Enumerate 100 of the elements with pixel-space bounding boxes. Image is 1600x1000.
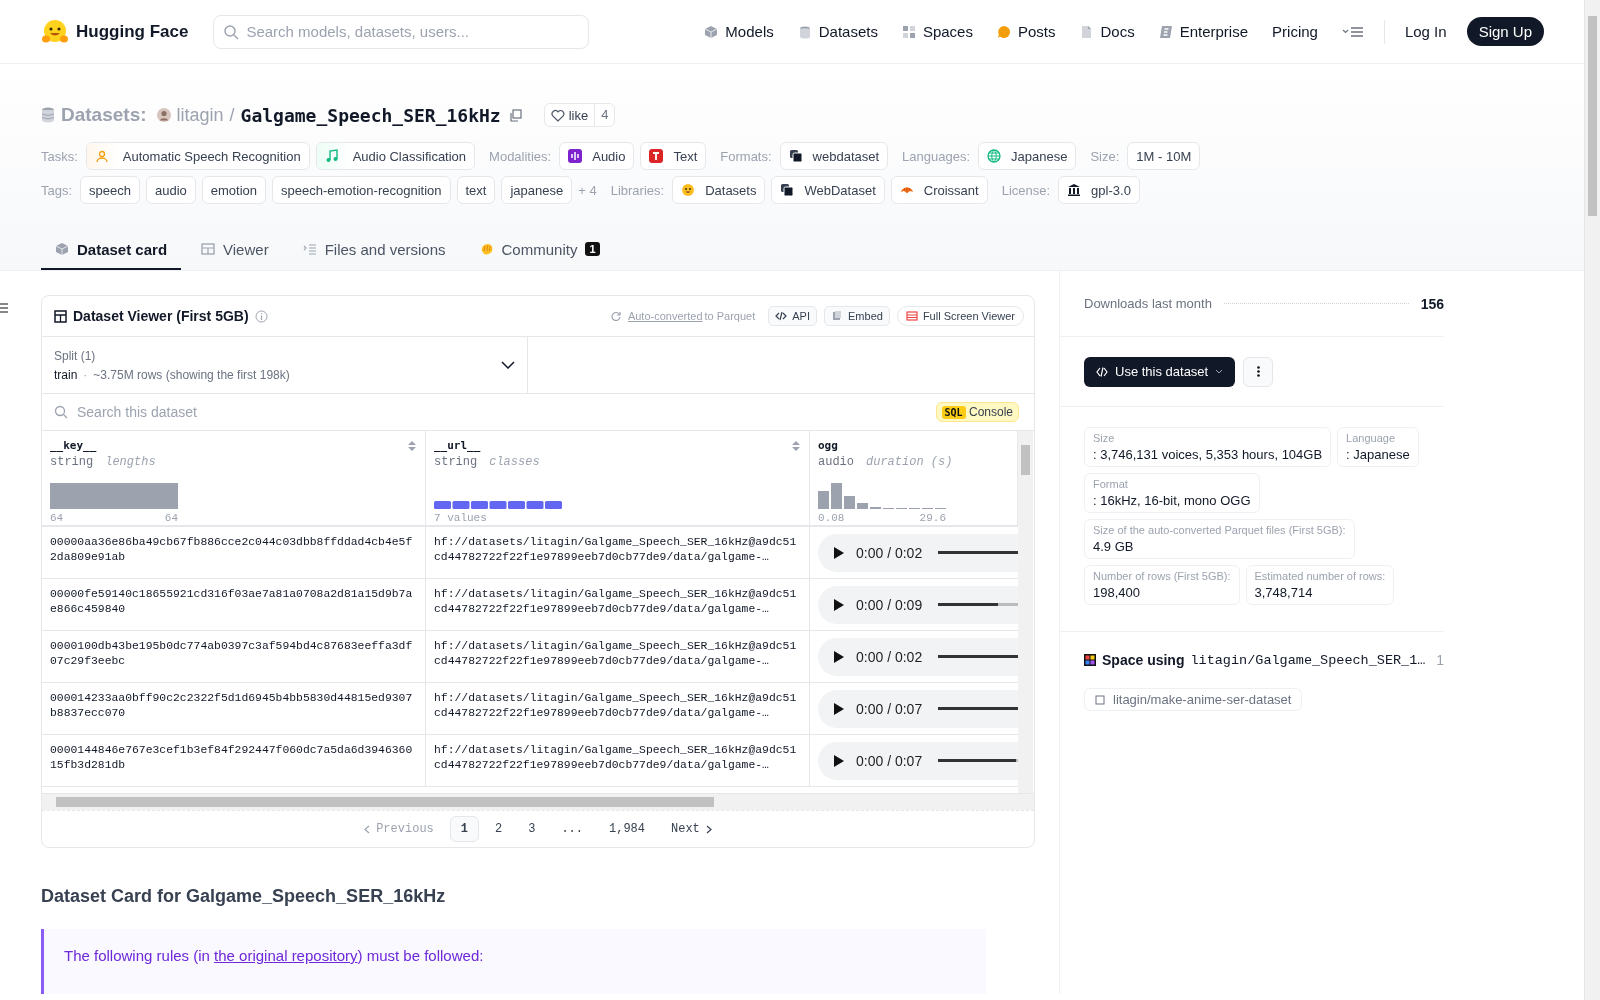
column-name[interactable]: ogg [818,439,838,452]
tag-chip[interactable]: emotion [201,176,267,204]
nav-link[interactable]: Pricing [1272,23,1318,40]
viewer-button[interactable]: API [768,306,817,326]
viewer-button[interactable]: Embed [824,306,890,326]
tag-chip[interactable]: speech [80,176,140,204]
tag-chip[interactable]: speech-emotion-recognition [272,176,451,204]
cube-icon [55,242,69,256]
info-value: 3,748,714 [1254,585,1314,600]
axis-max-label: 64 [164,512,178,524]
page-link[interactable]: ... [551,817,593,841]
dataset-search-field[interactable]: Search this dataset [54,403,936,421]
tag-chip[interactable]: audio [146,176,196,204]
use-dataset-button[interactable]: Use this dataset [1084,356,1236,387]
column-name[interactable]: __url__ [434,439,481,452]
page-link[interactable]: 1 [449,816,479,842]
tag-chip[interactable]: Audio [559,142,635,170]
chevron-down-icon [1215,369,1224,374]
table-icon [54,309,67,323]
repository-link[interactable]: the original repository [214,947,358,964]
audio-time: 0:00 / 0:07 [856,752,923,769]
nav-link[interactable]: Docs [1079,23,1135,40]
nav-link[interactable]: Posts [996,23,1056,40]
space-link[interactable]: litagin/make-anime-ser-dataset [1084,688,1303,711]
chevron-right-icon [705,824,712,834]
brand-name[interactable]: Hugging Face [76,21,189,42]
tag-chip[interactable]: Datasets [672,176,766,204]
info-label: Format [1093,478,1129,490]
search-field[interactable]: Search models, datasets, users... [213,14,590,49]
tag-chip[interactable]: Japanese [978,142,1077,170]
sign-up-button[interactable]: Sign Up [1466,17,1544,46]
sql-console-button[interactable]: SQL Console [935,402,1019,422]
chevron-down-icon [501,361,515,369]
column-name[interactable]: __key__ [50,439,97,452]
tab[interactable]: Dataset card [41,230,182,270]
split-dropdown[interactable]: Split (1) train · ~3.75M rows (showing the first 198k) [42,337,528,393]
next-page-link[interactable]: Next [661,817,722,841]
tab[interactable]: Files and versions [288,230,460,270]
tag-chip[interactable]: Audio Classification [315,142,476,170]
like-count[interactable]: 4 [594,104,615,126]
nav-link[interactable]: Datasets [797,23,878,40]
info-label: Size of the auto-converted Parquet files (First 5GB): [1093,524,1346,536]
separator-dot: · [83,367,88,382]
page-link[interactable]: 1,984 [599,817,655,841]
audio-time: 0:00 / 0:02 [856,544,923,561]
nav-link[interactable]: Models [704,23,774,40]
space-count: 1 [1436,652,1444,668]
nav-link[interactable]: Spaces [901,23,973,40]
play-icon [834,702,844,715]
tag-chip[interactable]: Text [640,142,707,170]
tag-chip[interactable]: gpl-3.0 [1058,176,1140,204]
tag-chip[interactable]: WebDataset [771,176,885,204]
info-label: Number of rows (First 5GB): [1093,570,1231,582]
audio-player[interactable]: 0:00 / 0:09 [818,585,1018,624]
page-link[interactable]: 3 [518,817,546,841]
tag-chip[interactable]: webdataset [779,142,889,170]
info-value: 198,400 [1093,585,1141,600]
sort-icon [407,439,417,452]
table-cell: hf://datasets/litagin/Galgame_Speech_SER_16kHz@a9dc51cd44782722f22f1e97899eeb7d0cb77de9/data/galgame-… [426,735,810,787]
page-link[interactable]: 2 [485,817,513,841]
tab[interactable]: Viewer [187,230,283,270]
tag-chip[interactable]: Croissant [890,176,988,204]
chat-bubble-icon [996,24,1011,39]
dataset-name[interactable]: Galgame_Speech_SER_16kHz [240,104,501,126]
tag-chip[interactable]: japanese [501,176,573,204]
tag-chip[interactable]: text [456,176,496,204]
tag-group-label: License: [1001,182,1051,198]
table-icon [905,310,918,322]
refresh-icon [610,311,621,321]
cube-icon [704,24,719,39]
scrollbar[interactable] [1018,431,1033,793]
audio-wave-icon [568,149,583,163]
scrollbar[interactable] [1584,0,1600,1000]
column-type: audio [818,455,854,469]
log-in-link[interactable]: Log In [1404,23,1447,40]
viewer-button[interactable]: Full Screen Viewer [896,306,1024,326]
audio-player[interactable]: 0:00 / 0:07 [818,741,1018,780]
chevron-left-icon [364,824,371,834]
viewer-title: Dataset Viewer (First 5GB) [73,308,249,324]
repo-name: litagin/Galgame_Speech_SER_1… [1190,652,1426,668]
database-icon [797,24,812,39]
smiley-icon [681,183,696,197]
avatar-icon [156,108,171,122]
tag-group-label: Modalities: [489,148,552,164]
audio-player[interactable]: 0:00 / 0:02 [818,533,1018,572]
spaces-icon [1084,654,1096,666]
tag-group-label: Libraries: [610,182,665,198]
tag-chip[interactable]: 1M - 10M [1127,142,1201,170]
tag-group-label: Formats: [720,148,772,164]
table-cell: 0000100db43be195b0dc774ab0397c3af594bd4c87683eeffa3df07c29f3eebc [42,631,426,683]
audio-player[interactable]: 0:00 / 0:02 [818,637,1018,676]
tag-chip[interactable]: Automatic Speech Recognition [85,142,310,170]
count-badge: 1 [585,242,600,256]
sort-icon [791,439,801,452]
like-button[interactable]: like [544,107,595,123]
tab[interactable]: Community 1 [465,230,614,270]
axis-max-label: 29.6 [919,512,946,524]
scrollbar[interactable] [42,793,1034,810]
nav-link[interactable]: Enterprise [1158,23,1249,40]
audio-player[interactable]: 0:00 / 0:07 [818,689,1018,728]
